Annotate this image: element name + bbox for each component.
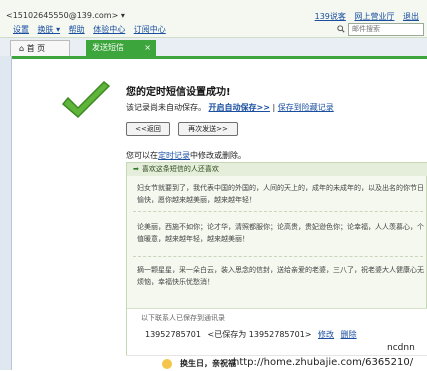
link-shuoke[interactable]: 139说客 [315, 12, 346, 21]
divider-line [133, 211, 423, 212]
left-rail [0, 56, 12, 370]
contact-saved: <已保存为 13952785701> [207, 330, 312, 339]
tab-home-label: 首 页 [26, 44, 46, 53]
top-bar: <15102645550@139.com> ▾ 设置 换肤 ▾ 帮助 体验中心 … [0, 0, 427, 38]
nav-subscribe[interactable]: 订阅中心 [134, 25, 166, 34]
nav-experience[interactable]: 体验中心 [93, 25, 125, 34]
save-status: 该记录尚未自动保存。 开启自动保存>> | 保存到险藏记录 [126, 102, 334, 113]
message-item[interactable]: 论美丽，西施不如你；论才华，清照都服你；论高贵，贵妃逊色你；论幸福，人人羡慕心，… [137, 221, 427, 245]
top-nav: 设置 换肤 ▾ 帮助 体验中心 订阅中心 [13, 24, 172, 35]
contact-number: 13952785701 [145, 330, 201, 339]
account-switcher[interactable]: <15102645550@139.com> ▾ [6, 11, 125, 20]
tab-sms-label: 发送短信 [92, 43, 124, 52]
delete-link[interactable]: 删除 [341, 330, 357, 339]
success-title: 您的定时短信设置成功! [126, 87, 231, 98]
search-input[interactable] [348, 23, 424, 36]
close-icon[interactable]: × [144, 40, 151, 56]
auto-save-link[interactable]: 开启自动保存>> [209, 103, 270, 112]
message-item[interactable]: 摘一颗星星，采一朵白云，装入思念的信封，送给亲爱的老婆，三八了，祝老婆大人健康心… [137, 264, 427, 288]
link-online-hall[interactable]: 网上营业厅 [354, 12, 394, 21]
tab-bar: ⌂ 首 页 发送短信 × [0, 38, 427, 59]
contact-row: 13952785701 <已保存为 13952785701> 修改 删除 [145, 329, 361, 340]
birthday-icon [162, 359, 172, 369]
tab-send-sms[interactable]: 发送短信 × [86, 40, 156, 56]
checkmark-icon [61, 80, 111, 119]
nav-help[interactable]: 帮助 [69, 25, 85, 34]
divider-line [133, 256, 423, 257]
nav-settings[interactable]: 设置 [13, 25, 29, 34]
recommend-card: ➡ 喜欢这条短信的人还喜欢 妇女节就要到了，我代表中国的外国的，人间的天上的，成年… [126, 162, 427, 364]
search-icon[interactable] [337, 25, 345, 33]
save-draft-link[interactable]: 保存到险藏记录 [278, 103, 334, 112]
bottom-title: 换生日，亲祝福 [180, 359, 236, 368]
nav-skin[interactable]: 换肤 ▾ [38, 25, 61, 34]
resend-button[interactable]: 再次发送>> [178, 122, 238, 136]
modify-note-suffix: 中修改或删除。 [190, 151, 246, 160]
recent-label: 以下联系人已保存到通讯录 [141, 314, 225, 322]
card-heading-text: 喜欢这条短信的人还喜欢 [141, 165, 219, 173]
back-button[interactable]: <<返回 [126, 122, 170, 136]
home-icon: ⌂ [19, 44, 27, 53]
message-item[interactable]: 妇女节就要到了，我代表中国的外国的，人间的天上的，成年的未成年的，以及出名的你节… [137, 182, 427, 206]
modify-note: 您可以在定时记录中修改或删除。 [126, 150, 246, 161]
top-links: 139说客 网上营业厅 退出 [309, 11, 419, 22]
card-heading: ➡ 喜欢这条短信的人还喜欢 [127, 163, 427, 176]
watermark-user: ncdnn [387, 343, 415, 353]
edit-link[interactable]: 修改 [318, 330, 334, 339]
tab-home[interactable]: ⌂ 首 页 [10, 40, 70, 56]
save-status-text: 该记录尚未自动保存。 [126, 103, 206, 112]
modify-note-prefix: 您可以在 [126, 151, 158, 160]
link-logout[interactable]: 退出 [403, 12, 419, 21]
arrow-right-icon: ➡ [133, 165, 139, 173]
watermark-url: http://home.zhubajie.com/6365210/ [233, 357, 414, 368]
scheduled-records-link[interactable]: 定时记录 [158, 151, 190, 160]
divider: | [272, 103, 276, 112]
